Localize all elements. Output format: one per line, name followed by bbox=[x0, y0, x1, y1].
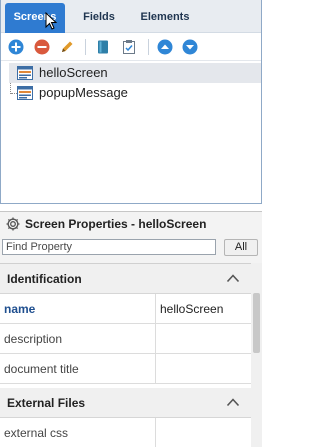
move-down-icon[interactable] bbox=[182, 39, 198, 55]
property-value-cell[interactable]: helloScreen bbox=[155, 294, 251, 323]
property-value-cell[interactable] bbox=[155, 418, 251, 447]
property-name: external css bbox=[4, 426, 69, 440]
property-row-name[interactable]: name helloScreen bbox=[0, 294, 251, 324]
scrollbar-thumb[interactable] bbox=[253, 293, 260, 353]
property-value: helloScreen bbox=[160, 302, 224, 316]
tab-bar: Screens Fields Elements bbox=[1, 0, 261, 33]
property-row-description[interactable]: description bbox=[0, 324, 251, 354]
find-property-input[interactable] bbox=[2, 239, 216, 255]
section-label: Identification bbox=[7, 272, 82, 286]
tree-item-label: popupMessage bbox=[39, 85, 128, 100]
tab-fields[interactable]: Fields bbox=[71, 3, 127, 33]
property-value-cell[interactable] bbox=[155, 324, 251, 353]
move-up-icon[interactable] bbox=[157, 39, 173, 55]
tree-item-popupmessage[interactable]: popupMessage bbox=[9, 83, 261, 103]
book-icon[interactable] bbox=[95, 39, 111, 55]
screens-panel: Screens Fields Elements helloScreen popu… bbox=[0, 0, 262, 204]
properties-header: Screen Properties - helloScreen bbox=[0, 212, 262, 237]
property-name: name bbox=[4, 302, 36, 316]
property-row-document-title[interactable]: document title bbox=[0, 354, 251, 384]
property-name: description bbox=[4, 332, 63, 346]
properties-panel: Screen Properties - helloScreen All Iden… bbox=[0, 211, 262, 447]
section-external-files[interactable]: External Files bbox=[0, 388, 251, 418]
property-value-cell[interactable] bbox=[155, 354, 251, 383]
mouse-cursor-icon bbox=[45, 12, 58, 30]
screen-icon bbox=[17, 66, 33, 80]
tree-toolbar bbox=[1, 33, 261, 61]
checklist-icon[interactable] bbox=[121, 39, 137, 55]
properties-title: Screen Properties - helloScreen bbox=[25, 217, 207, 231]
all-button[interactable]: All bbox=[224, 239, 258, 256]
gear-icon bbox=[6, 217, 20, 231]
section-label: External Files bbox=[7, 396, 86, 410]
screen-icon bbox=[17, 86, 33, 100]
property-row-external-css[interactable]: external css bbox=[0, 418, 251, 447]
toolbar-separator bbox=[85, 39, 86, 55]
property-name: document title bbox=[4, 362, 79, 376]
delete-icon[interactable] bbox=[34, 39, 50, 55]
tree-item-label: helloScreen bbox=[39, 65, 108, 80]
edit-icon[interactable] bbox=[59, 39, 75, 55]
tree-item-helloscreen[interactable]: helloScreen bbox=[9, 63, 261, 83]
tab-elements[interactable]: Elements bbox=[131, 3, 199, 33]
property-grid: Identification name helloScreen descript… bbox=[0, 263, 251, 447]
section-identification[interactable]: Identification bbox=[0, 264, 251, 294]
collapse-caret-icon[interactable] bbox=[226, 397, 240, 407]
add-icon[interactable] bbox=[8, 39, 24, 55]
toolbar-separator bbox=[148, 39, 149, 55]
vertical-scrollbar[interactable] bbox=[251, 263, 262, 447]
collapse-caret-icon[interactable] bbox=[226, 273, 240, 283]
